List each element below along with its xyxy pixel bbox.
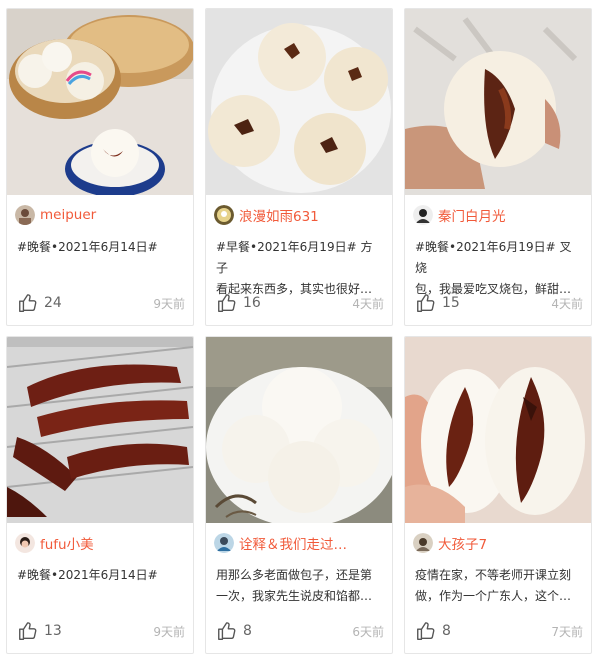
avatar[interactable] [15,533,35,553]
plain-buns-on-plate-image [206,337,392,523]
recipe-card[interactable]: meipuer #晚餐•2021年6月14日# 24 9天前 [6,8,194,326]
card-footer: 16 4天前 [216,289,384,317]
recipe-photo[interactable] [7,9,193,195]
author-name[interactable]: fufu小美 [40,533,94,553]
thumbs-up-icon [417,294,435,312]
author[interactable]: fufu小美 [15,532,94,554]
avatar[interactable] [15,205,35,225]
thumbs-up-icon [19,622,37,640]
char-siu-on-foil-tray-image [7,337,193,523]
like-button[interactable]: 8 [216,620,252,642]
author-name[interactable]: 秦门白月光 [438,205,506,225]
author-name[interactable]: 诠释＆我们走过… [239,533,347,553]
like-count: 8 [442,623,451,639]
like-button[interactable]: 8 [415,620,451,642]
card-footer: 15 4天前 [415,289,583,317]
author-name[interactable]: meipuer [40,207,96,223]
like-count: 8 [243,623,252,639]
avatar[interactable] [214,205,234,225]
card-footer: 8 6天前 [216,617,384,645]
bun-split-open-image [405,337,591,523]
like-count: 13 [44,623,62,639]
like-button[interactable]: 13 [17,620,62,642]
recipe-photo[interactable] [206,9,392,195]
post-time: 9天前 [153,296,185,311]
recipe-card[interactable]: 秦门白月光 #晚餐•2021年6月19日# 叉烧 包，我最爱吃叉烧包，鲜甜… 1… [404,8,592,326]
recipe-card-grid: meipuer #晚餐•2021年6月14日# 24 9天前 浪漫如雨631 #… [0,0,600,661]
post-time: 9天前 [153,624,185,639]
recipe-card[interactable]: fufu小美 #晚餐•2021年6月14日# 13 9天前 [6,336,194,654]
post-text: 疫情在家，不等老师开课立刻 做，作为一个广东人，这个… [415,568,572,603]
recipe-card[interactable]: 浪漫如雨631 #早餐•2021年6月19日# 方子 看起来东西多，其实也很好…… [205,8,393,326]
like-count: 24 [44,295,62,311]
like-button[interactable]: 16 [216,292,261,314]
author[interactable]: 大孩子7 [413,532,487,554]
recipe-photo[interactable] [405,9,591,195]
like-count: 15 [442,295,460,311]
thumbs-up-icon [218,294,236,312]
post-text: #晚餐•2021年6月14日# [17,240,158,254]
card-footer: 24 9天前 [17,289,185,317]
recipe-photo[interactable] [405,337,591,523]
recipe-card[interactable]: 诠释＆我们走过… 用那么多老面做包子，还是第 一次，我家先生说皮和馅都… 8 6… [205,336,393,654]
avatar[interactable] [413,205,433,225]
author-name[interactable]: 浪漫如雨631 [239,205,319,225]
like-button[interactable]: 15 [415,292,460,314]
author[interactable]: 浪漫如雨631 [214,204,319,226]
card-footer: 8 7天前 [415,617,583,645]
bun-held-in-hand-image [405,9,591,195]
thumbs-up-icon [19,294,37,312]
like-button[interactable]: 24 [17,292,62,314]
author[interactable]: 诠释＆我们走过… [214,532,347,554]
card-footer: 13 9天前 [17,617,185,645]
steamed-buns-in-basket-image [7,9,193,195]
avatar[interactable] [214,533,234,553]
recipe-photo[interactable] [7,337,193,523]
post-time: 6天前 [352,624,384,639]
four-open-buns-on-plate-image [206,9,392,195]
post-time: 4天前 [551,296,583,311]
post-text: #晚餐•2021年6月14日# [17,568,158,582]
avatar[interactable] [413,533,433,553]
post-time: 4天前 [352,296,384,311]
recipe-card[interactable]: 大孩子7 疫情在家，不等老师开课立刻 做，作为一个广东人，这个… 8 7天前 [404,336,592,654]
author[interactable]: 秦门白月光 [413,204,506,226]
post-text: 用那么多老面做包子，还是第 一次，我家先生说皮和馅都… [216,568,373,603]
post-time: 7天前 [551,624,583,639]
thumbs-up-icon [218,622,236,640]
author-name[interactable]: 大孩子7 [438,533,487,553]
thumbs-up-icon [417,622,435,640]
author[interactable]: meipuer [15,204,96,226]
like-count: 16 [243,295,261,311]
recipe-photo[interactable] [206,337,392,523]
